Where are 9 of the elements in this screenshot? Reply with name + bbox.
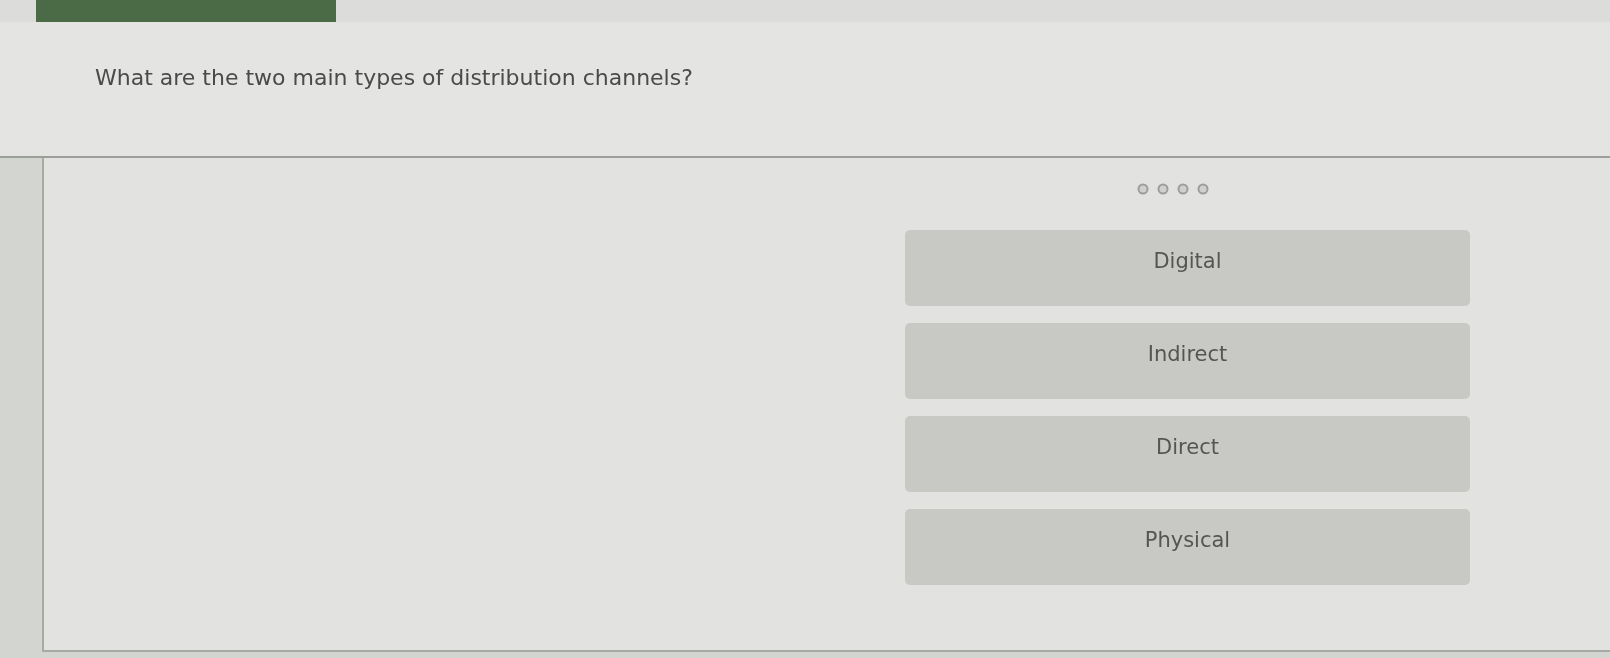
loading-dot-icon [1196,183,1209,195]
answer-button[interactable]: Digital [905,230,1470,306]
loading-dot-icon [1156,183,1169,195]
loading-dot-icon [1136,183,1149,195]
answer-button[interactable]: Physical [905,509,1470,585]
answer-button[interactable]: Direct [905,416,1470,492]
question-text: What are the two main types of distribution channels? [95,64,693,90]
answer-button[interactable]: Indirect [905,323,1470,399]
loading-dot-icon [1176,183,1189,195]
